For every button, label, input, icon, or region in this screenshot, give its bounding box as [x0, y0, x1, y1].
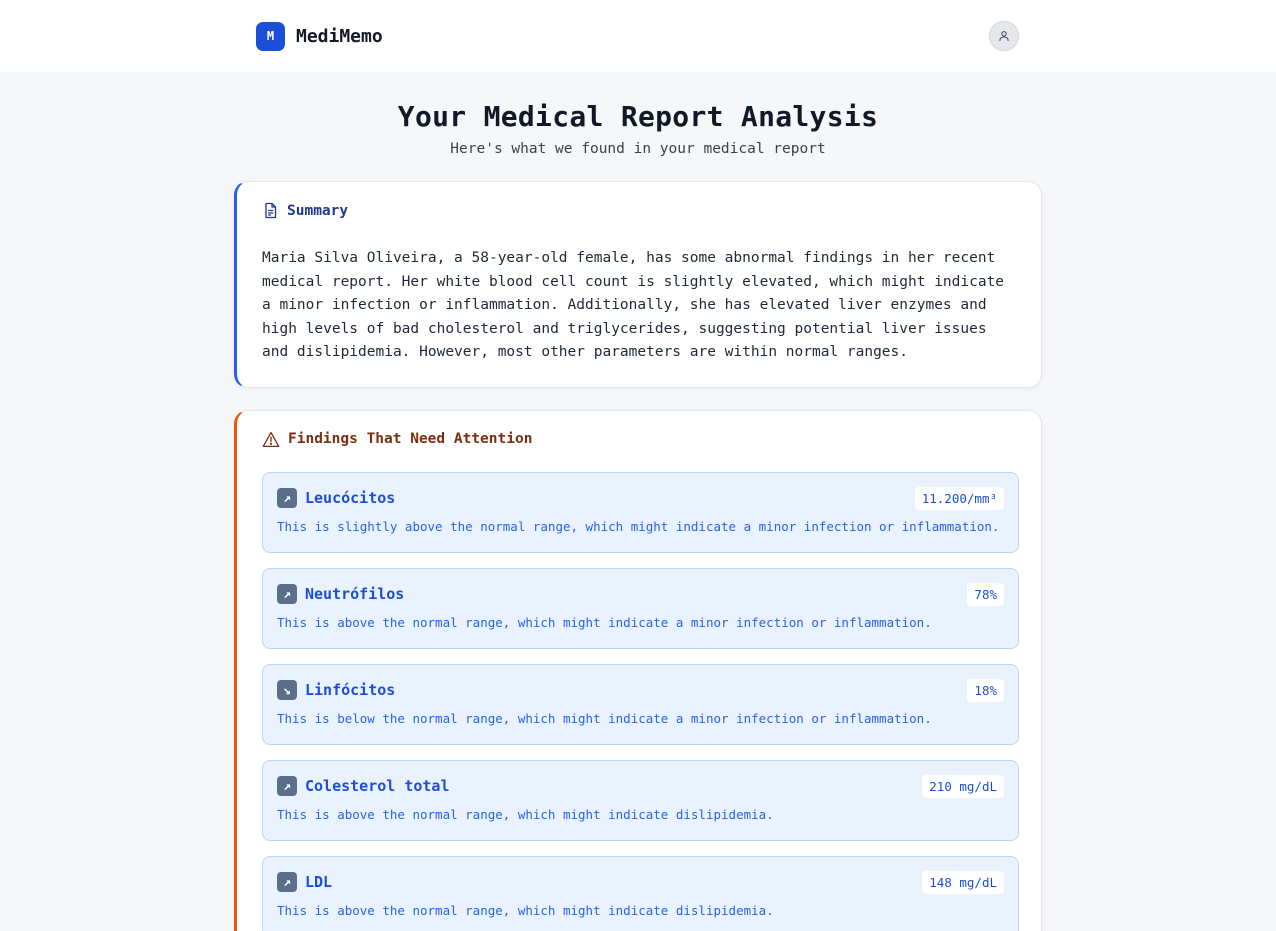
finding-item[interactable]: ↘ Linfócitos 18% This is below the norma…	[262, 663, 1019, 745]
finding-description: This is above the normal range, which mi…	[277, 902, 774, 918]
finding-value: 11.200/mm³	[914, 486, 1004, 510]
arrow-up-right-icon: ↗	[277, 872, 297, 892]
arrow-up-right-icon: ↗	[277, 776, 297, 796]
arrow-down-right-icon: ↘	[277, 680, 297, 700]
finding-description: This is above the normal range, which mi…	[277, 614, 932, 630]
finding-item[interactable]: ↗ Neutrófilos 78% This is above the norm…	[262, 567, 1019, 649]
page-subtitle: Here's what we found in your medical rep…	[450, 141, 826, 157]
finding-item[interactable]: ↗ Leucócitos 11.200/mm³ This is slightly…	[262, 471, 1019, 553]
finding-value: 78%	[967, 582, 1004, 606]
finding-description: This is below the normal range, which mi…	[277, 710, 932, 726]
findings-list: ↗ Leucócitos 11.200/mm³ This is slightly…	[262, 471, 1019, 931]
finding-value: 18%	[967, 678, 1004, 702]
finding-name: Leucócitos	[305, 489, 396, 507]
main-content: Your Medical Report Analysis Here's what…	[234, 100, 1042, 931]
finding-name: Colesterol total	[305, 777, 450, 795]
user-avatar-button[interactable]	[989, 21, 1019, 51]
logo: M	[256, 21, 285, 51]
findings-card: Findings That Need Attention ↗ Leucócito…	[234, 409, 1042, 931]
warning-icon	[262, 431, 280, 447]
finding-value: 210 mg/dL	[922, 774, 1004, 798]
top-header: M MediMemo	[0, 0, 1276, 72]
finding-item[interactable]: ↗ LDL 148 mg/dL This is above the normal…	[262, 855, 1019, 931]
arrow-up-right-icon: ↗	[277, 488, 297, 508]
finding-value: 148 mg/dL	[922, 870, 1004, 894]
finding-name: Neutrófilos	[305, 585, 405, 603]
document-icon	[265, 202, 277, 219]
summary-card: Summary Maria Silva Oliveira, a 58-year-…	[234, 181, 1042, 388]
findings-title: Findings That Need Attention	[288, 431, 533, 447]
summary-title: Summary	[287, 202, 349, 219]
brand-name: MediMemo	[296, 25, 383, 47]
arrow-up-right-icon: ↗	[277, 584, 297, 604]
finding-name: LDL	[305, 873, 333, 891]
finding-item[interactable]: ↗ Colesterol total 210 mg/dL This is abo…	[262, 759, 1019, 841]
finding-name: Linfócitos	[305, 681, 396, 699]
page-title: Your Medical Report Analysis	[397, 100, 879, 133]
finding-description: This is above the normal range, which mi…	[277, 806, 774, 822]
user-icon	[999, 31, 1009, 42]
summary-text: Maria Silva Oliveira, a 58-year-old fema…	[262, 250, 1005, 360]
finding-description: This is slightly above the normal range,…	[277, 518, 1000, 534]
brand[interactable]: M MediMemo	[256, 21, 383, 51]
